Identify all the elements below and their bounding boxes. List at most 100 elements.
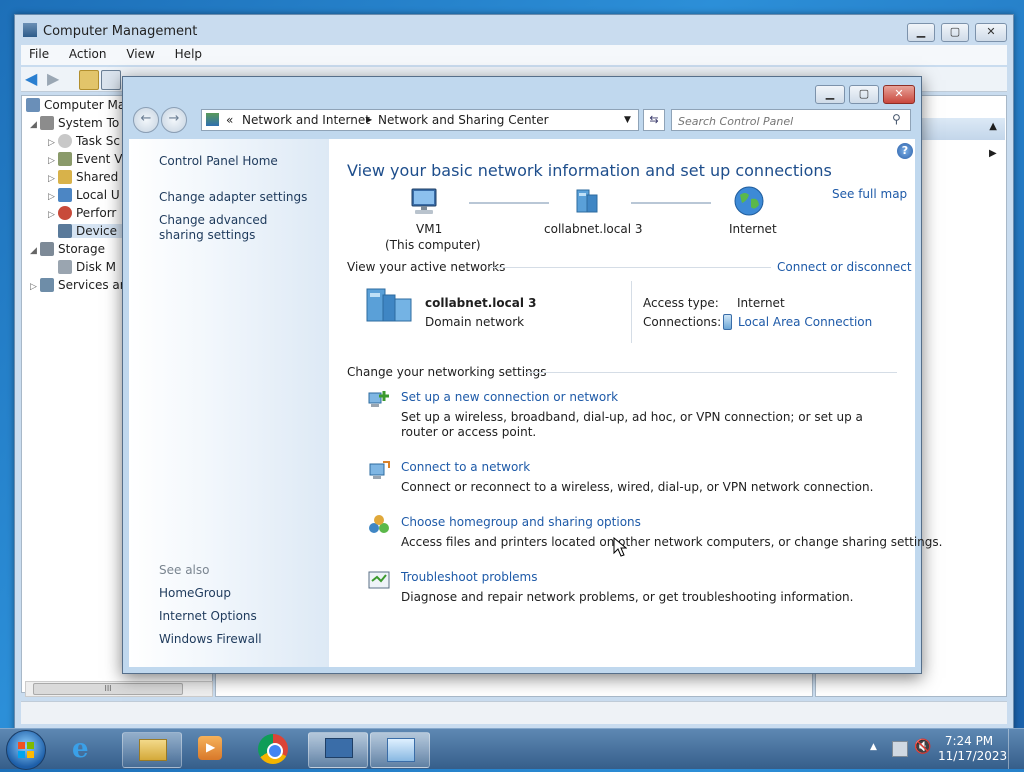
start-button[interactable] [6, 730, 46, 770]
troubleshoot-link[interactable]: Troubleshoot problems [401, 570, 537, 584]
setup-connection-link[interactable]: Set up a new connection or network [401, 390, 618, 404]
domain-network-icon [576, 189, 598, 213]
menu-action[interactable]: Action [61, 45, 115, 63]
tree-node[interactable]: ▷ Perforr [48, 206, 116, 220]
volume-muted-icon[interactable]: 🔇 [914, 739, 931, 755]
change-adapter-settings-link[interactable]: Change adapter settings [159, 190, 307, 205]
close-button[interactable]: ✕ [975, 23, 1007, 42]
taskbar-computer-management[interactable] [308, 732, 368, 768]
breadcrumb-network-and-internet[interactable]: Network and Internet [242, 113, 370, 127]
see-also-label: See also [159, 563, 210, 577]
tree-node[interactable]: ◢ Storage [30, 242, 105, 256]
menu-help[interactable]: Help [167, 45, 210, 63]
breadcrumb-separator-icon[interactable]: ▶ [366, 115, 372, 124]
performance-icon [58, 206, 72, 220]
active-network-name: collabnet.local 3 [425, 296, 537, 310]
scrollbar-thumb[interactable]: III [33, 683, 183, 695]
event-viewer-icon [58, 152, 72, 166]
refresh-button[interactable]: ⇆ [643, 109, 665, 131]
section-divider [525, 372, 897, 373]
tree-node[interactable]: ▷ Local U [48, 188, 120, 202]
device-manager-icon [58, 224, 72, 238]
forward-arrow-icon[interactable]: ▶ [47, 70, 65, 88]
users-icon [58, 188, 72, 202]
section-divider [489, 267, 771, 268]
internet-label: Internet [729, 222, 777, 236]
tree-node[interactable]: Computer Ma [26, 98, 125, 112]
address-bar[interactable]: « Network and Internet ▶ Network and Sha… [201, 109, 639, 131]
status-bar [21, 701, 1007, 724]
tree-node[interactable]: ▷ Task Sc [48, 134, 120, 148]
collapse-icon[interactable]: ▲ [989, 121, 997, 132]
search-icon[interactable]: ⚲ [892, 112, 901, 126]
minimize-button[interactable]: ▁ [907, 23, 935, 42]
network-tray-icon[interactable] [892, 741, 908, 757]
map-link-line [631, 202, 711, 204]
chrome-icon[interactable] [258, 734, 288, 764]
clock-icon [58, 134, 72, 148]
computer-name: VM1 [416, 222, 443, 236]
computer-management-icon [23, 23, 37, 37]
tree-node[interactable]: Disk M [58, 260, 116, 274]
tree-node[interactable]: ▷ Event V [48, 152, 122, 166]
main-content: ? View your basic network information an… [329, 139, 942, 667]
connect-to-network-link[interactable]: Connect to a network [401, 460, 530, 474]
control-panel-icon [387, 738, 415, 762]
local-area-connection-link[interactable]: Local Area Connection [738, 315, 872, 329]
map-link-line [469, 202, 549, 204]
breadcrumb-overflow[interactable]: « [226, 113, 233, 127]
troubleshoot-description: Diagnose and repair network problems, or… [401, 590, 854, 604]
mouse-cursor-icon [613, 537, 627, 557]
internet-explorer-icon[interactable]: e [72, 735, 89, 763]
maximize-button[interactable]: ▢ [849, 85, 879, 104]
windows-firewall-link[interactable]: Windows Firewall [159, 632, 262, 647]
back-arrow-icon[interactable]: ◀ [25, 70, 43, 88]
ethernet-icon [723, 314, 732, 330]
taskbar-control-panel[interactable] [370, 732, 430, 768]
media-player-icon[interactable]: ▶ [198, 736, 222, 760]
menu-file[interactable]: File [21, 45, 57, 63]
minimize-button[interactable]: ▁ [815, 85, 845, 104]
window-title: Computer Management [23, 23, 197, 43]
taskbar-explorer[interactable] [122, 732, 182, 768]
maximize-button[interactable]: ▢ [941, 23, 969, 42]
computer-icon [411, 188, 437, 214]
storage-icon [40, 242, 54, 256]
see-full-map-link[interactable]: See full map [832, 187, 907, 201]
active-networks-label: View your active networks [347, 260, 506, 274]
change-advanced-sharing-link[interactable]: Change advanced sharing settings [159, 213, 309, 243]
expand-arrow-icon[interactable]: ▶ [989, 148, 997, 159]
breadcrumb-network-sharing-center[interactable]: Network and Sharing Center [378, 113, 549, 127]
active-network-type: Domain network [425, 315, 525, 329]
help-icon[interactable]: ? [897, 143, 913, 159]
disk-icon [58, 260, 72, 274]
menu-view[interactable]: View [118, 45, 162, 63]
clock-time: 7:24 PM [944, 734, 994, 748]
show-hide-tree-icon[interactable] [101, 70, 121, 90]
control-panel-home-link[interactable]: Control Panel Home [159, 154, 278, 169]
tree-node[interactable]: ◢ System To [30, 116, 119, 130]
close-button[interactable]: ✕ [883, 85, 915, 104]
back-button[interactable]: ← [133, 107, 159, 133]
show-desktop-button[interactable] [1008, 729, 1024, 769]
tree-node[interactable]: ▷ Shared [48, 170, 118, 184]
homegroup-link[interactable]: HomeGroup [159, 586, 231, 601]
domain-network-large-icon [366, 288, 412, 322]
search-box[interactable]: ⚲ [671, 109, 911, 131]
homegroup-sharing-link[interactable]: Choose homegroup and sharing options [401, 515, 641, 529]
homegroup-icon [369, 515, 389, 533]
connect-to-network-description: Connect or reconnect to a wireless, wire… [401, 480, 874, 494]
internet-options-link[interactable]: Internet Options [159, 609, 257, 624]
up-folder-icon[interactable] [79, 70, 99, 90]
tree-node[interactable]: ▷ Services ar [30, 278, 125, 292]
show-hidden-icons-icon[interactable]: ▲ [870, 742, 877, 752]
address-dropdown-icon[interactable]: ▼ [624, 115, 631, 125]
services-icon [40, 278, 54, 292]
forward-button[interactable]: → [161, 107, 187, 133]
page-heading: View your basic network information and … [347, 161, 832, 180]
computer-icon [26, 98, 40, 112]
change-settings-label: Change your networking settings [347, 365, 547, 379]
search-input[interactable] [676, 112, 888, 130]
system-clock[interactable]: 7:24 PM 11/17/2023 [938, 734, 1007, 764]
connect-or-disconnect-link[interactable]: Connect or disconnect [777, 260, 912, 274]
